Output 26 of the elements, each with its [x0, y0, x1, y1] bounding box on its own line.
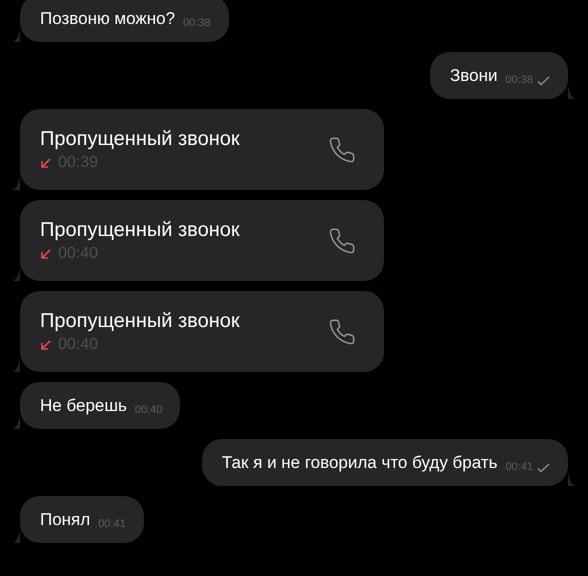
- message-time: 00:38: [183, 16, 211, 32]
- read-check-icon: [537, 462, 550, 472]
- phone-icon[interactable]: [328, 318, 356, 346]
- message-text: Звони: [450, 64, 498, 87]
- missed-arrow-icon: [40, 248, 52, 260]
- call-title: Пропущенный звонок: [40, 308, 240, 334]
- message-text: Понял: [40, 508, 90, 531]
- missed-arrow-icon: [40, 338, 52, 350]
- message-text: Не берешь: [40, 394, 127, 417]
- bubble-tail: [568, 472, 575, 486]
- bubble-tail: [568, 85, 575, 99]
- call-title: Пропущенный звонок: [40, 218, 240, 242]
- bubble-tail: [13, 176, 20, 190]
- message-time: 00:38: [505, 73, 533, 88]
- message-time: 00:41: [505, 460, 533, 476]
- missed-arrow-icon: [40, 156, 52, 168]
- bubble-tail: [13, 358, 20, 372]
- message-time: 00:40: [134, 403, 162, 418]
- call-title: Пропущенный звонок: [40, 126, 240, 152]
- message-time: 00:41: [98, 517, 126, 532]
- phone-icon[interactable]: [328, 226, 356, 254]
- phone-icon[interactable]: [328, 136, 356, 164]
- read-check-icon: [537, 76, 550, 86]
- bubble-tail: [13, 267, 20, 281]
- message-text: Позвоню можно?: [40, 8, 176, 30]
- message-text: Так я и не говорила что буду брать: [222, 452, 498, 474]
